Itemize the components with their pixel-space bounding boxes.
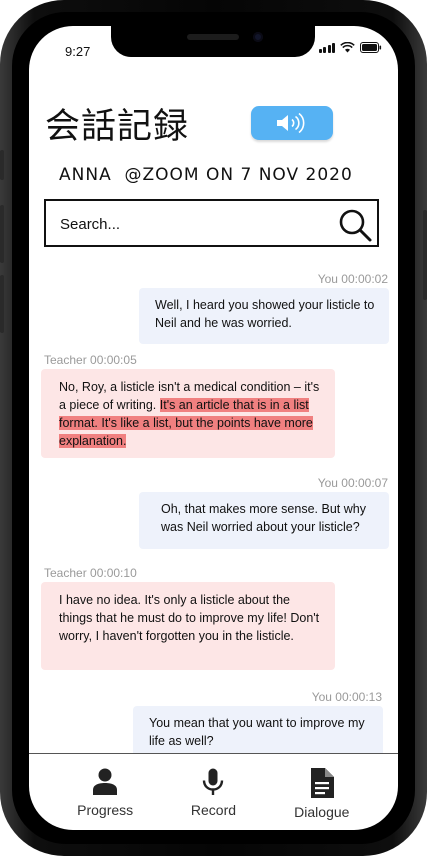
app-screen: 9:27 会話記録 ANNA @ZOOM ON 7 NOV 2020 Searc… <box>29 26 398 830</box>
tab-dialogue[interactable]: Dialogue <box>277 754 367 830</box>
message-timestamp: You 00:00:07 <box>317 476 388 490</box>
message-bubble-you: Oh, that makes more sense. But why was N… <box>139 492 389 549</box>
status-time: 9:27 <box>65 44 91 59</box>
volume-up-button <box>0 205 4 263</box>
search-icon[interactable] <box>337 207 373 243</box>
front-camera <box>253 32 263 42</box>
message-bubble-you: Well, I heard you showed your listicle t… <box>139 288 389 344</box>
document-icon <box>310 768 334 798</box>
session-info: ANNA @ZOOM ON 7 NOV 2020 <box>59 165 353 185</box>
message-bubble-teacher: No, Roy, a listicle isn't a medical cond… <box>41 369 335 458</box>
chat-transcript[interactable]: You 00:00:02 Well, I heard you showed yo… <box>29 266 398 753</box>
tab-label: Progress <box>77 802 134 818</box>
wifi-icon <box>340 42 355 53</box>
notch <box>111 26 315 57</box>
message-timestamp: Teacher 00:00:05 <box>44 353 137 367</box>
message-bubble-you: You mean that you want to improve my lif… <box>133 706 383 753</box>
message-timestamp: You 00:00:02 <box>317 272 388 286</box>
volume-down-button <box>0 275 4 333</box>
tab-record[interactable]: Record <box>168 754 258 830</box>
microphone-icon <box>203 768 224 795</box>
tab-label: Dialogue <box>294 804 350 820</box>
search-input[interactable] <box>60 213 320 235</box>
earpiece <box>187 34 239 40</box>
message-timestamp: You 00:00:13 <box>311 690 382 704</box>
phone-frame: 9:27 会話記録 ANNA @ZOOM ON 7 NOV 2020 Searc… <box>0 0 427 856</box>
message-bubble-teacher: I have no idea. It's only a listicle abo… <box>41 582 335 670</box>
bottom-tab-bar: Progress Record Dialogue <box>29 754 398 830</box>
speaker-volume-icon <box>277 112 305 134</box>
play-audio-button[interactable] <box>251 106 333 140</box>
battery-icon <box>360 42 382 53</box>
person-icon <box>93 768 118 795</box>
power-button <box>423 210 427 300</box>
mute-switch <box>0 150 4 180</box>
tab-progress[interactable]: Progress <box>60 754 150 830</box>
page-title: 会話記録 <box>45 107 190 147</box>
message-timestamp: Teacher 00:00:10 <box>44 566 137 580</box>
signal-icon <box>318 42 335 53</box>
status-icons <box>318 42 383 53</box>
search-box <box>44 199 379 247</box>
tab-label: Record <box>190 802 237 818</box>
